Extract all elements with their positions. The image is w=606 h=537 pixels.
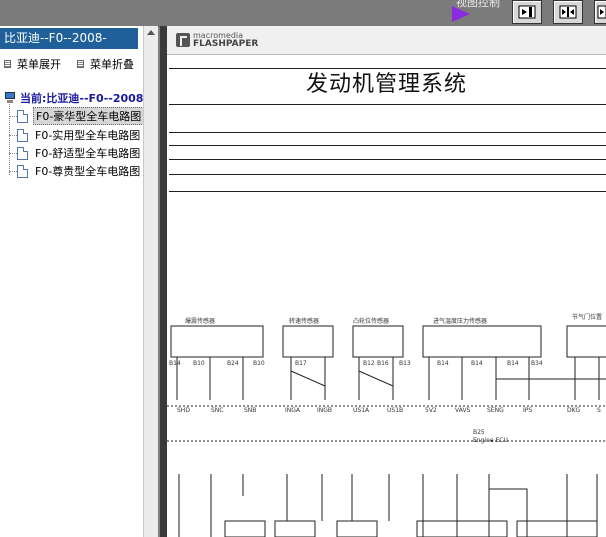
expand-label: 菜单展开	[17, 58, 61, 71]
fit-page-icon	[559, 5, 577, 19]
document-icon	[17, 109, 28, 123]
pin-label: INGB	[317, 407, 332, 414]
view-arrow-icon	[452, 6, 470, 22]
pin-label: US1A	[353, 407, 370, 414]
pin-label: INGA	[285, 407, 301, 414]
pin-label: B16	[377, 360, 389, 367]
ecu-label: B25	[473, 429, 485, 436]
next-icon	[597, 5, 606, 19]
navigation-pane: 比亚迪--F0--2008- 菜单展开 菜单折叠 当前:比亚迪--F0--200…	[0, 26, 148, 537]
document-viewer[interactable]: macromedia FLASHPAPER 发动机管理系统 爆震传感器 转速传感…	[160, 26, 606, 537]
fit-width-button[interactable]	[512, 0, 542, 24]
tree-item-practical[interactable]: F0-实用型全车电路图	[9, 127, 142, 143]
fit-width-icon	[518, 5, 536, 19]
speed-sensor-box	[282, 325, 334, 358]
tree-root-label: 当前:比亚迪--F0--2008-	[20, 92, 149, 105]
top-toolbar: 视图控制	[0, 0, 606, 27]
pin-label: SNB	[244, 407, 256, 414]
component-label: 节气门位置	[572, 313, 602, 321]
view-control[interactable]: 视图控制	[452, 0, 510, 22]
document-icon	[17, 164, 28, 178]
collapse-label: 菜单折叠	[90, 58, 134, 71]
component-label: 爆震传感器	[185, 317, 215, 325]
cam-sensor-box	[352, 325, 404, 358]
pin-label: B24	[227, 360, 239, 367]
tree-item-label: F0-尊贵型全车电路图	[35, 165, 141, 178]
tree-root[interactable]: 当前:比亚迪--F0--2008-	[4, 90, 148, 106]
tree-item-label: F0-豪华型全车电路图	[33, 107, 145, 125]
component-label: 转速传感器	[289, 317, 319, 325]
pin-label: SNC	[211, 407, 224, 414]
throttle-sensor-box	[566, 325, 606, 358]
pin-label: B10	[253, 360, 265, 367]
pane-title: 比亚迪--F0--2008-	[0, 28, 138, 49]
scroll-up-icon[interactable]	[147, 30, 155, 35]
expand-menu-link[interactable]: 菜单展开	[4, 56, 61, 72]
document-icon	[17, 146, 28, 160]
next-view-button[interactable]	[594, 0, 606, 24]
pin-label: VAVS	[455, 407, 471, 414]
pin-label: B12	[363, 360, 375, 367]
wiring-diagram: 爆震传感器 转速传感器 凸轮位传感器 进气温度压力传感器 节气门位置 B14 B…	[167, 313, 606, 537]
tree-item-premium[interactable]: F0-尊贵型全车电路图	[9, 163, 142, 179]
pin-label: B14	[169, 360, 181, 367]
pin-label: B14	[507, 360, 519, 367]
pin-label: SHD	[177, 407, 190, 414]
knock-sensor-box	[170, 325, 264, 358]
pin-label: US1B	[387, 407, 403, 414]
collapse-icon	[77, 60, 84, 68]
pin-label: SENG	[487, 407, 504, 414]
pin-label: B14	[471, 360, 483, 367]
collapse-menu-link[interactable]: 菜单折叠	[77, 56, 134, 72]
tree-scrollbar[interactable]	[143, 26, 158, 537]
component-label: 进气温度压力传感器	[433, 317, 487, 325]
tree-item-label: F0-舒适型全车电路图	[35, 147, 141, 160]
pin-label: 5V2	[425, 407, 437, 414]
computer-icon	[4, 92, 16, 104]
map-sensor-box	[422, 325, 542, 358]
pin-label: DKG	[567, 407, 581, 414]
tree-item-label: F0-实用型全车电路图	[35, 129, 141, 142]
pin-label: B10	[193, 360, 205, 367]
tree-item-comfort[interactable]: F0-舒适型全车电路图	[9, 145, 142, 161]
expand-icon	[4, 60, 11, 68]
pin-label: IPS	[523, 407, 532, 414]
pin-label: B17	[295, 360, 307, 367]
component-label: 凸轮位传感器	[353, 317, 389, 325]
pin-label: B14	[437, 360, 449, 367]
pin-label: S	[597, 407, 601, 414]
pin-label: B34	[531, 360, 543, 367]
menu-toolbar: 菜单展开 菜单折叠	[0, 56, 143, 72]
tree-item-deluxe[interactable]: F0-豪华型全车电路图	[9, 107, 145, 125]
fit-page-button[interactable]	[553, 0, 583, 24]
document-icon	[17, 128, 28, 142]
pin-label: B13	[399, 360, 411, 367]
ecu-label: Engine ECU	[473, 437, 508, 444]
